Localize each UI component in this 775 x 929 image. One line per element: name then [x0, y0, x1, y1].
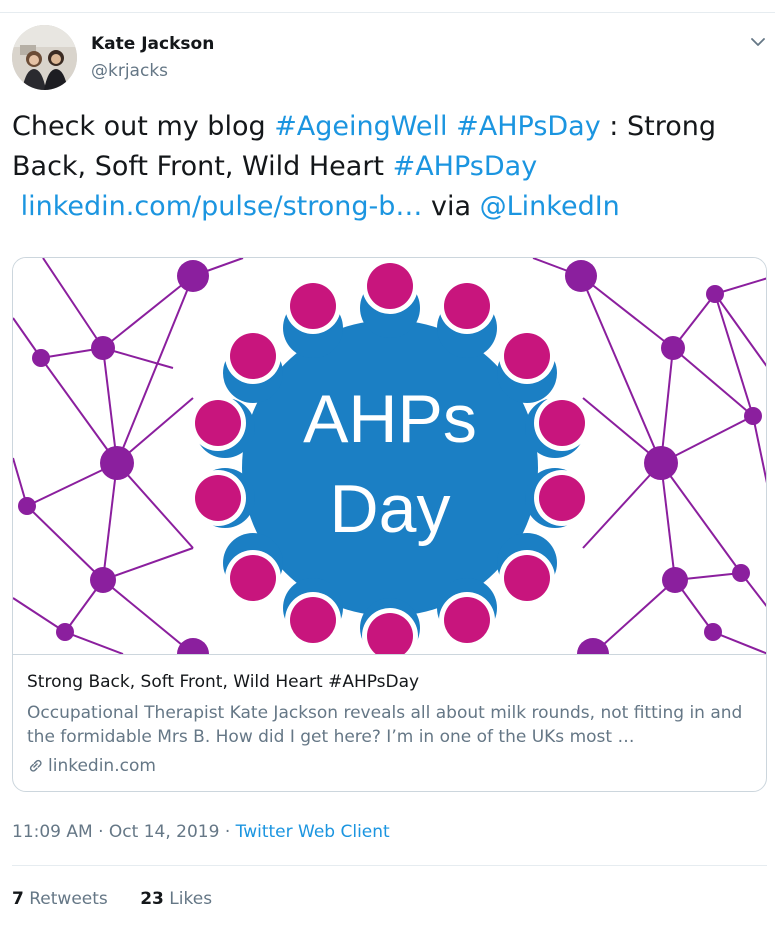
card-domain: linkedin.com: [27, 756, 156, 776]
graphic-title-line1: AHPs: [303, 381, 477, 457]
tweet-time[interactable]: 11:09 AM: [12, 822, 93, 842]
tweet-client[interactable]: Twitter Web Client: [236, 822, 390, 842]
top-divider: [0, 12, 775, 13]
hashtag-ageingwell[interactable]: #AgeingWell: [274, 111, 447, 142]
tweet-stats: 7 Retweets 23 Likes: [12, 889, 212, 909]
link-icon: [29, 759, 42, 772]
author-name[interactable]: Kate Jackson: [91, 34, 214, 54]
avatar[interactable]: [12, 25, 77, 90]
hashtag-ahpsday[interactable]: #AHPsDay: [456, 111, 601, 142]
tweet-text-part: via: [422, 191, 480, 222]
likes-label: Likes: [169, 889, 213, 909]
retweets-stat[interactable]: 7 Retweets: [12, 889, 108, 909]
mention-linkedin[interactable]: @LinkedIn: [480, 191, 620, 222]
retweets-count: 7: [12, 889, 24, 909]
likes-stat[interactable]: 23 Likes: [140, 889, 212, 909]
tweet-text: Check out my blog #AgeingWell #AHPsDay :…: [12, 107, 752, 227]
meta-separator: ·: [92, 822, 109, 842]
author-handle[interactable]: @krjacks: [91, 61, 168, 81]
stats-divider: [12, 865, 767, 866]
likes-count: 23: [140, 889, 164, 909]
hashtag-ahpsday-2[interactable]: #AHPsDay: [393, 151, 538, 182]
tweet-text-part: Check out my blog: [12, 111, 275, 142]
graphic-title-line2: Day: [330, 471, 451, 547]
meta-separator: ·: [219, 822, 236, 842]
avatar-photo: [12, 25, 77, 90]
card-description: Occupational Therapist Kate Jackson reve…: [27, 703, 743, 747]
tweet-date[interactable]: Oct 14, 2019: [109, 822, 220, 842]
tweet-link[interactable]: linkedin.com/pulse/strong-b…: [21, 191, 423, 222]
chevron-down-icon[interactable]: [748, 32, 768, 52]
link-card[interactable]: AHPs Day Strong Back, Soft Front, Wild H…: [12, 257, 767, 792]
ahps-day-graphic: AHPs Day: [13, 258, 766, 670]
card-title: Strong Back, Soft Front, Wild Heart #AHP…: [27, 672, 420, 692]
retweets-label: Retweets: [29, 889, 108, 909]
tweet-meta: 11:09 AM · Oct 14, 2019 · Twitter Web Cl…: [12, 822, 390, 842]
tweet-text-space: [448, 111, 457, 142]
card-image: AHPs Day: [13, 258, 766, 670]
card-domain-text: linkedin.com: [48, 756, 156, 776]
